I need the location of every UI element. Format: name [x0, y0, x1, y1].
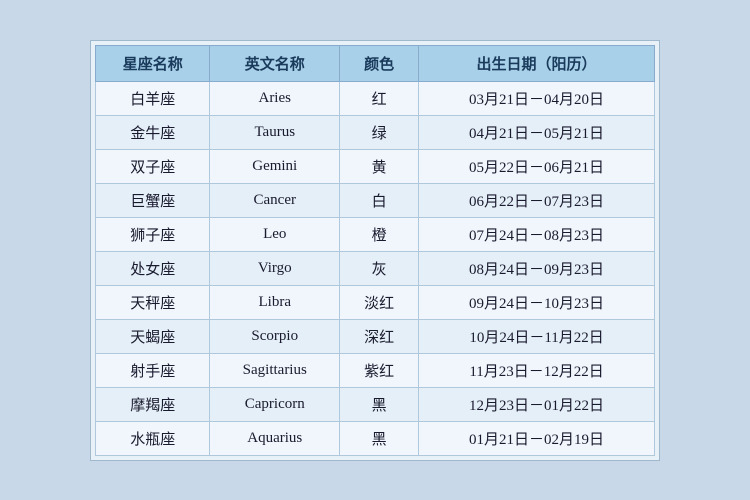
cell-chinese: 巨蟹座 — [96, 183, 210, 217]
table-row: 水瓶座Aquarius黑01月21日－02月19日 — [96, 421, 655, 455]
table-header-row: 星座名称 英文名称 颜色 出生日期（阳历） — [96, 45, 655, 81]
cell-color: 黑 — [340, 421, 419, 455]
cell-date: 03月21日－04月20日 — [419, 81, 655, 115]
cell-color: 紫红 — [340, 353, 419, 387]
zodiac-table: 星座名称 英文名称 颜色 出生日期（阳历） 白羊座Aries红03月21日－04… — [95, 45, 655, 456]
cell-chinese: 白羊座 — [96, 81, 210, 115]
table-row: 天秤座Libra淡红09月24日－10月23日 — [96, 285, 655, 319]
header-color: 颜色 — [340, 45, 419, 81]
cell-chinese: 天蝎座 — [96, 319, 210, 353]
cell-english: Taurus — [210, 115, 340, 149]
cell-english: Cancer — [210, 183, 340, 217]
zodiac-table-wrapper: 星座名称 英文名称 颜色 出生日期（阳历） 白羊座Aries红03月21日－04… — [90, 40, 660, 461]
cell-english: Virgo — [210, 251, 340, 285]
cell-date: 12月23日－01月22日 — [419, 387, 655, 421]
cell-english: Aquarius — [210, 421, 340, 455]
table-row: 摩羯座Capricorn黑12月23日－01月22日 — [96, 387, 655, 421]
table-row: 射手座Sagittarius紫红11月23日－12月22日 — [96, 353, 655, 387]
cell-english: Leo — [210, 217, 340, 251]
cell-chinese: 处女座 — [96, 251, 210, 285]
cell-color: 淡红 — [340, 285, 419, 319]
cell-date: 04月21日－05月21日 — [419, 115, 655, 149]
cell-color: 绿 — [340, 115, 419, 149]
header-chinese: 星座名称 — [96, 45, 210, 81]
cell-chinese: 射手座 — [96, 353, 210, 387]
table-row: 白羊座Aries红03月21日－04月20日 — [96, 81, 655, 115]
cell-english: Scorpio — [210, 319, 340, 353]
cell-color: 黑 — [340, 387, 419, 421]
table-row: 处女座Virgo灰08月24日－09月23日 — [96, 251, 655, 285]
cell-chinese: 金牛座 — [96, 115, 210, 149]
cell-chinese: 狮子座 — [96, 217, 210, 251]
cell-date: 10月24日－11月22日 — [419, 319, 655, 353]
cell-color: 深红 — [340, 319, 419, 353]
cell-color: 灰 — [340, 251, 419, 285]
table-row: 狮子座Leo橙07月24日－08月23日 — [96, 217, 655, 251]
cell-date: 09月24日－10月23日 — [419, 285, 655, 319]
cell-english: Aries — [210, 81, 340, 115]
table-body: 白羊座Aries红03月21日－04月20日金牛座Taurus绿04月21日－0… — [96, 81, 655, 455]
cell-date: 07月24日－08月23日 — [419, 217, 655, 251]
cell-date: 11月23日－12月22日 — [419, 353, 655, 387]
cell-english: Sagittarius — [210, 353, 340, 387]
table-row: 巨蟹座Cancer白06月22日－07月23日 — [96, 183, 655, 217]
cell-english: Libra — [210, 285, 340, 319]
table-row: 金牛座Taurus绿04月21日－05月21日 — [96, 115, 655, 149]
cell-color: 黄 — [340, 149, 419, 183]
cell-chinese: 摩羯座 — [96, 387, 210, 421]
cell-chinese: 双子座 — [96, 149, 210, 183]
cell-chinese: 水瓶座 — [96, 421, 210, 455]
cell-color: 红 — [340, 81, 419, 115]
cell-chinese: 天秤座 — [96, 285, 210, 319]
cell-date: 06月22日－07月23日 — [419, 183, 655, 217]
cell-color: 橙 — [340, 217, 419, 251]
cell-english: Gemini — [210, 149, 340, 183]
table-row: 双子座Gemini黄05月22日－06月21日 — [96, 149, 655, 183]
cell-color: 白 — [340, 183, 419, 217]
header-english: 英文名称 — [210, 45, 340, 81]
cell-date: 05月22日－06月21日 — [419, 149, 655, 183]
cell-date: 08月24日－09月23日 — [419, 251, 655, 285]
cell-date: 01月21日－02月19日 — [419, 421, 655, 455]
table-row: 天蝎座Scorpio深红10月24日－11月22日 — [96, 319, 655, 353]
cell-english: Capricorn — [210, 387, 340, 421]
header-date: 出生日期（阳历） — [419, 45, 655, 81]
